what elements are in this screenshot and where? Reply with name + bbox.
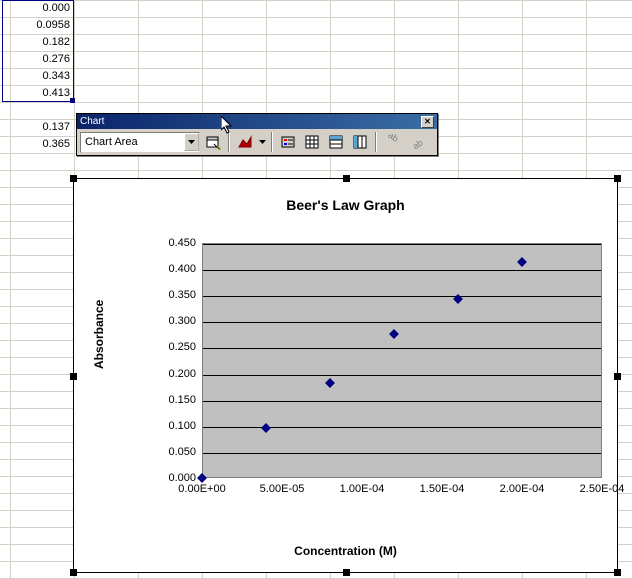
resize-handle[interactable]: [343, 569, 350, 576]
y-tick-label: 0.100: [148, 420, 196, 432]
y-tick-label: 0.350: [148, 289, 196, 301]
y-tick-label: 0.400: [148, 263, 196, 275]
resize-handle[interactable]: [343, 175, 350, 182]
angle-text-up-icon[interactable]: ab: [405, 131, 427, 153]
gridline: [203, 453, 601, 454]
chart-toolbar[interactable]: Chart ✕ Chart Area: [76, 113, 438, 156]
format-selection-icon[interactable]: [202, 131, 224, 153]
column-a: 0.000 0.0958 0.182 0.276 0.343 0.413 0.1…: [2, 0, 74, 153]
svg-text:ab: ab: [411, 137, 424, 150]
dropdown-value: Chart Area: [81, 136, 184, 148]
cell[interactable]: 0.0958: [2, 17, 74, 34]
chart-title[interactable]: Beer's Law Graph: [74, 179, 617, 219]
y-tick-label: 0.250: [148, 341, 196, 353]
by-column-icon[interactable]: [349, 131, 371, 153]
gridline: [203, 375, 601, 376]
angle-text-down-icon[interactable]: ab: [381, 131, 403, 153]
chevron-down-icon[interactable]: [184, 133, 199, 151]
chevron-down-icon[interactable]: [258, 140, 267, 144]
resize-handle[interactable]: [614, 569, 621, 576]
separator: [271, 132, 273, 152]
y-tick-label: 0.050: [148, 446, 196, 458]
toolbar-title: Chart: [80, 116, 104, 127]
plot-wrap: 0.0000.0500.1000.1500.2000.2500.3000.350…: [142, 243, 602, 498]
y-tick-label: 0.200: [148, 368, 196, 380]
separator: [228, 132, 230, 152]
y-tick-label: 0.450: [148, 237, 196, 249]
resize-handle[interactable]: [614, 175, 621, 182]
close-icon[interactable]: ✕: [421, 116, 434, 128]
gridline: [203, 348, 601, 349]
x-tick-label: 2.00E-04: [490, 483, 554, 495]
cell[interactable]: 0.276: [2, 51, 74, 68]
gridline: [203, 322, 601, 323]
gridline: [203, 401, 601, 402]
svg-text:ab: ab: [386, 134, 400, 144]
toolbar-body: Chart Area ab: [77, 129, 437, 155]
gridline: [203, 270, 601, 271]
data-table-icon[interactable]: [301, 131, 323, 153]
cell[interactable]: 0.000: [2, 0, 74, 17]
y-tick-label: 0.300: [148, 315, 196, 327]
legend-icon[interactable]: [277, 131, 299, 153]
chart-object-dropdown[interactable]: Chart Area: [80, 132, 200, 153]
x-tick-label: 2.50E-04: [570, 483, 632, 495]
by-row-icon[interactable]: [325, 131, 347, 153]
resize-handle[interactable]: [614, 373, 621, 380]
cell[interactable]: 0.413: [2, 85, 74, 102]
x-tick-label: 1.50E-04: [410, 483, 474, 495]
chart-type-icon[interactable]: [234, 131, 256, 153]
resize-handle[interactable]: [70, 373, 77, 380]
gridline: [203, 296, 601, 297]
resize-handle[interactable]: [70, 569, 77, 576]
cell[interactable]: 0.343: [2, 68, 74, 85]
chart-object[interactable]: Beer's Law Graph Absorbance Concentratio…: [73, 178, 618, 573]
x-tick-label: 5.00E-05: [250, 483, 314, 495]
x-axis-label[interactable]: Concentration (M): [74, 544, 617, 558]
cell[interactable]: 0.182: [2, 34, 74, 51]
resize-handle[interactable]: [70, 175, 77, 182]
gridline: [203, 244, 601, 245]
separator: [375, 132, 377, 152]
cell[interactable]: 0.365: [2, 136, 74, 153]
x-tick-label: 0.00E+00: [170, 483, 234, 495]
plot-area[interactable]: [202, 243, 602, 478]
x-tick-label: 1.00E-04: [330, 483, 394, 495]
y-tick-label: 0.150: [148, 394, 196, 406]
toolbar-titlebar[interactable]: Chart ✕: [77, 114, 437, 129]
cell[interactable]: 0.137: [2, 119, 74, 136]
y-axis-label[interactable]: Absorbance: [92, 300, 106, 369]
